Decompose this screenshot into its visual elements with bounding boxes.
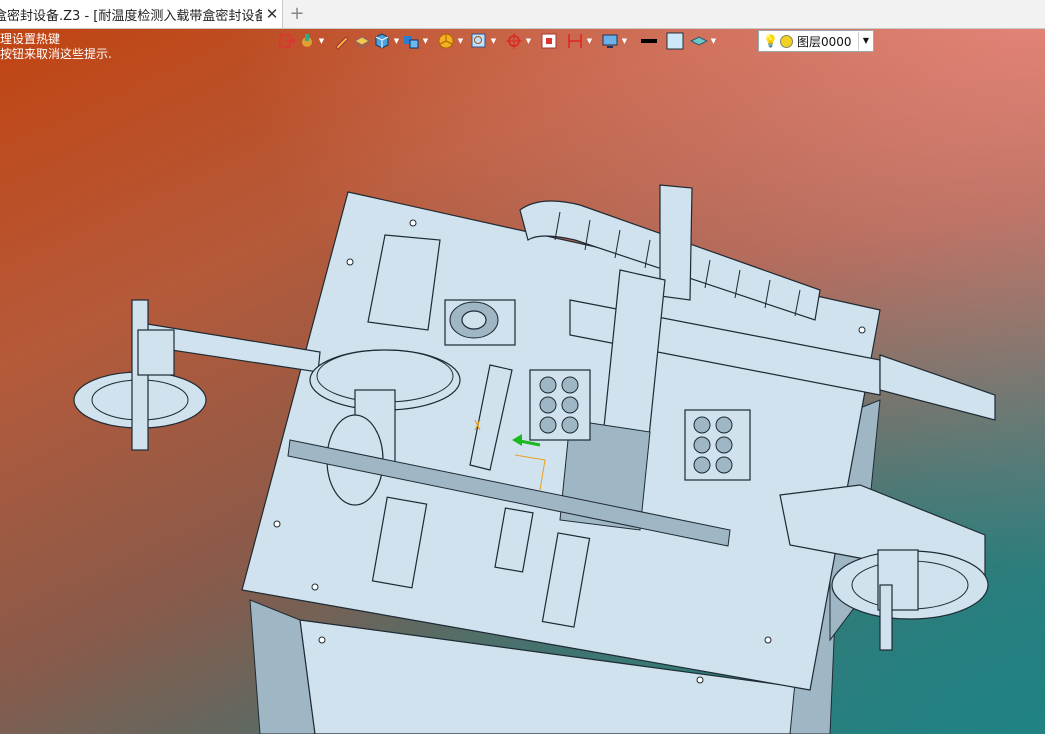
cad-viewport[interactable]: .p{fill:#cfe2ee;stroke:#1f2a33;stroke-wi… [0, 0, 1045, 734]
roller-cluster-left [529, 369, 591, 441]
right-reel [831, 549, 989, 651]
bearing-housing [444, 299, 516, 346]
left-reel [73, 299, 207, 451]
roller-cluster-right [684, 409, 751, 481]
rail-end-block [879, 354, 996, 421]
